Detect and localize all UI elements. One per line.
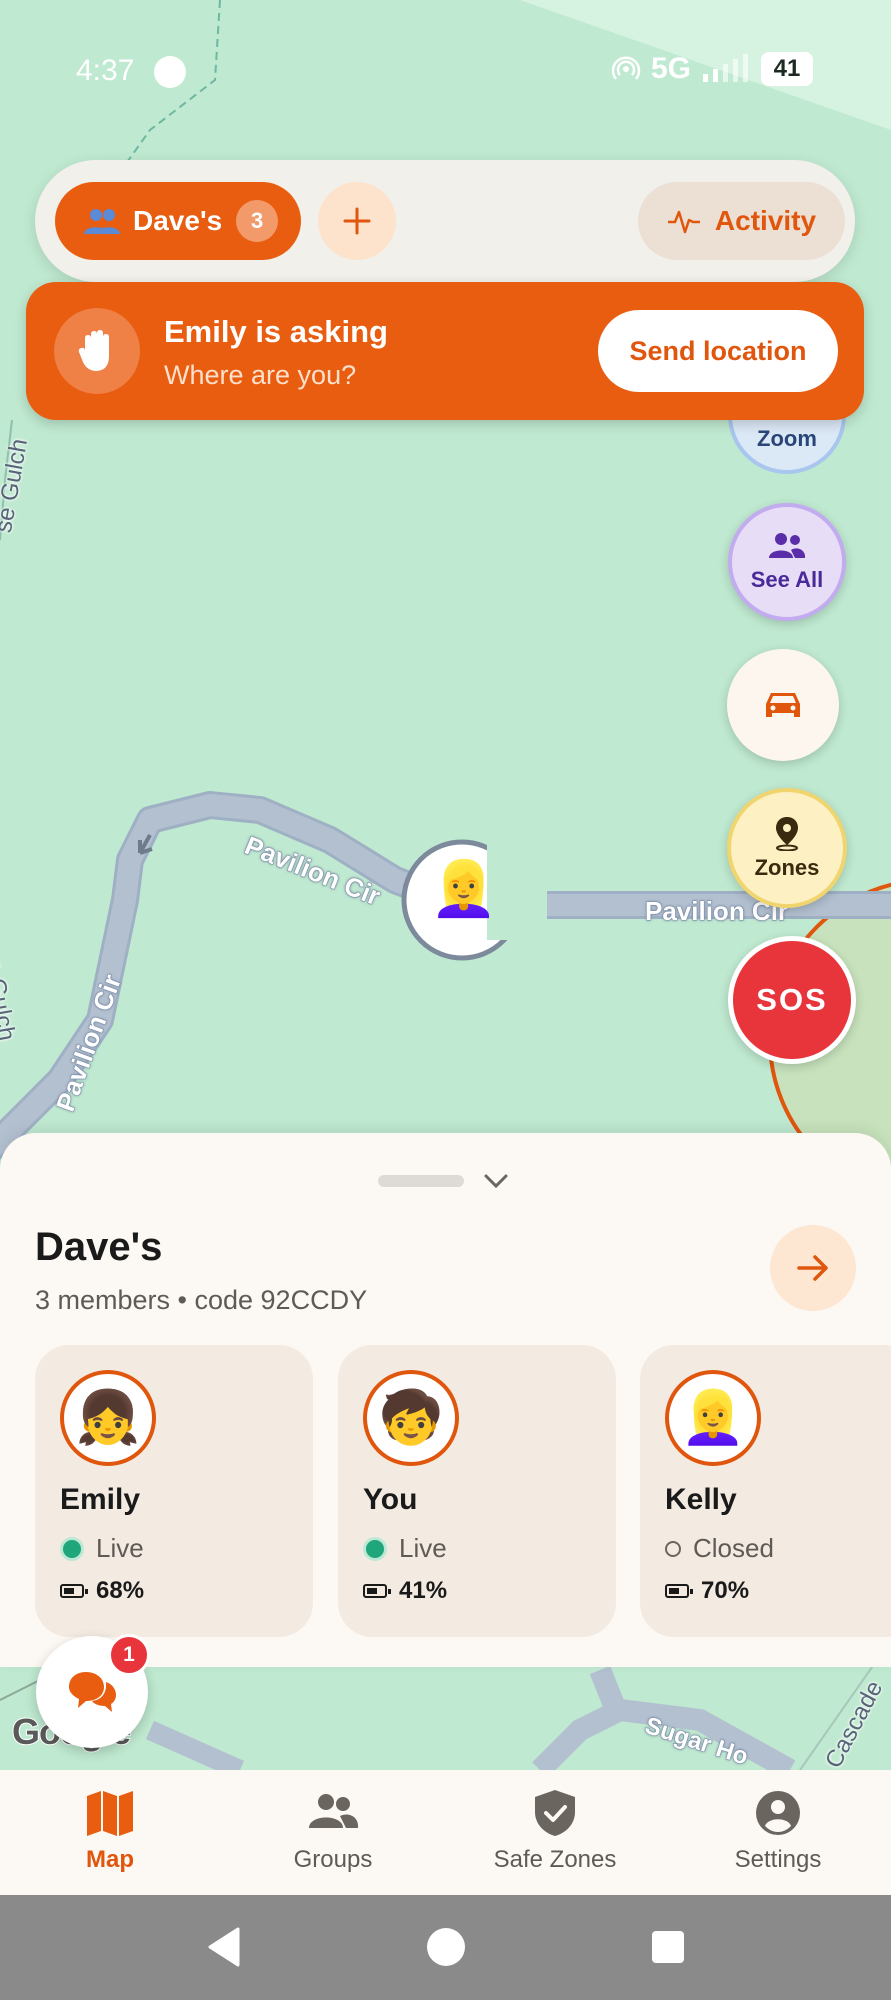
signal-icon [703, 54, 748, 82]
nav-label: Map [86, 1846, 134, 1873]
sheet-subtitle: 3 members • code 92CCDY [35, 1285, 368, 1315]
member-card-kelly[interactable]: 👱‍♀️ Kelly Closed 70% [640, 1345, 891, 1637]
groups-icon [309, 1794, 359, 1828]
avatar: 🧒 [363, 1370, 459, 1466]
nav-map[interactable]: Map [10, 1788, 210, 1874]
nav-label: Settings [734, 1846, 822, 1873]
group-bar: Dave's 3 Activity [35, 160, 855, 282]
map-icon [87, 1791, 133, 1836]
battery-text: 70% [701, 1577, 750, 1604]
activity-label: Activity [714, 205, 817, 236]
group-people-icon [84, 209, 120, 234]
driving-button[interactable] [727, 649, 839, 761]
member-battery: 70% [665, 1577, 749, 1605]
member-status: Closed [665, 1533, 774, 1564]
activity-pulse-icon [667, 210, 700, 234]
notification-dot-icon [154, 56, 186, 88]
nav-safe-zones[interactable]: Safe Zones [455, 1788, 655, 1874]
sos-button[interactable]: SOS [728, 936, 856, 1064]
nav-groups[interactable]: Groups [233, 1788, 433, 1874]
nav-settings[interactable]: Settings [678, 1788, 878, 1874]
member-card-emily[interactable]: 👧 Emily Live 68% [35, 1345, 313, 1637]
see-all-button[interactable]: See All [728, 503, 846, 621]
send-location-button[interactable]: Send location [598, 310, 838, 392]
banner-title: Emily is asking [164, 314, 388, 349]
system-navigation-bar [0, 1895, 891, 2000]
status-text: Closed [693, 1533, 774, 1563]
kelly-map-pin[interactable]: 👱‍♀️ [430, 862, 497, 916]
chat-bubbles-icon [69, 1672, 116, 1712]
bottom-nav: Map Groups Safe Zones Settings [0, 1770, 891, 1895]
open-group-button[interactable] [770, 1225, 856, 1311]
sheet-title: Dave's [35, 1225, 163, 1269]
status-time: 4:37 [76, 54, 135, 87]
member-battery: 41% [363, 1577, 447, 1605]
avatar: 👧 [60, 1370, 156, 1466]
shield-icon [535, 1790, 575, 1836]
location-pin-icon [776, 817, 798, 851]
member-name: Kelly [665, 1483, 737, 1516]
drag-handle[interactable] [378, 1175, 464, 1187]
zones-label: Zones [754, 855, 820, 880]
nav-label: Groups [293, 1846, 373, 1873]
member-count-badge: 3 [236, 200, 279, 242]
hotspot-icon [611, 56, 641, 80]
car-icon [766, 693, 800, 717]
group-name: Dave's [133, 205, 223, 236]
member-status: Live [60, 1533, 144, 1564]
battery-text: 41% [399, 1577, 448, 1604]
member-card-you[interactable]: 🧒 You Live 41% [338, 1345, 616, 1637]
battery-icon [60, 1584, 88, 1598]
group-sheet: Dave's 3 members • code 92CCDY 👧 Emily L… [0, 1133, 891, 1667]
status-icons: 5G 41 [611, 52, 813, 86]
network-type: 5G [650, 52, 691, 85]
battery-icon [363, 1584, 391, 1598]
account-icon [756, 1791, 800, 1835]
location-request-banner: Emily is asking Where are you? Send loca… [26, 282, 864, 420]
unread-badge: 1 [108, 1634, 150, 1676]
member-name: Emily [60, 1483, 141, 1516]
live-dot-icon [363, 1536, 387, 1561]
member-status: Live [363, 1533, 447, 1564]
avatar: 👱‍♀️ [665, 1370, 761, 1466]
hand-icon [54, 308, 140, 394]
add-group-button[interactable] [318, 182, 396, 260]
recents-icon[interactable] [648, 1925, 688, 1969]
status-text: Live [399, 1533, 447, 1563]
arrow-right-icon [797, 1255, 828, 1281]
live-dot-icon [60, 1536, 84, 1561]
status-text: Live [96, 1533, 144, 1563]
plus-icon [343, 207, 371, 235]
status-bar: 4:37 5G 41 [0, 40, 891, 104]
banner-subtitle: Where are you? [164, 360, 357, 390]
battery-text: 68% [96, 1577, 145, 1604]
chevron-down-icon[interactable] [482, 1169, 510, 1193]
closed-dot-icon [665, 1540, 681, 1557]
see-all-label: See All [750, 567, 824, 592]
zoom-label: Zoom [757, 426, 817, 451]
nav-label: Safe Zones [493, 1846, 617, 1873]
activity-button[interactable]: Activity [638, 182, 845, 260]
battery-indicator: 41 [761, 52, 813, 86]
member-battery: 68% [60, 1577, 144, 1605]
group-selector-button[interactable]: Dave's 3 [55, 182, 301, 260]
battery-icon [665, 1584, 693, 1598]
member-name: You [363, 1483, 418, 1516]
people-icon [769, 533, 806, 558]
back-icon[interactable] [204, 1925, 244, 1969]
zones-button[interactable]: Zones [727, 788, 847, 908]
home-icon[interactable] [425, 1925, 467, 1969]
